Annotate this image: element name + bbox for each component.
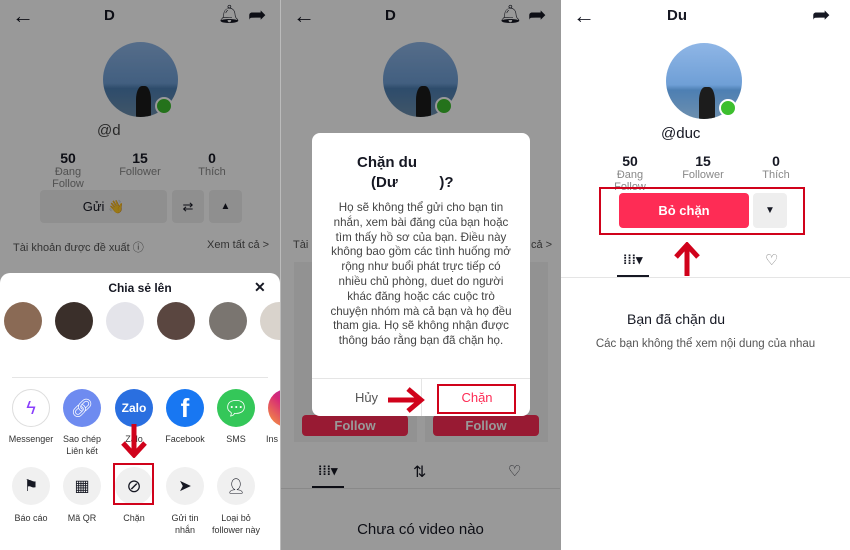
dialog-title-line1: Chặn du bbox=[357, 154, 417, 171]
dialog-body: Họ sẽ không thể gửi cho bạn tin nhắn, xe… bbox=[330, 201, 512, 348]
blocked-title: Bạn đã chặn du bbox=[627, 311, 726, 327]
arrow-right-annotation bbox=[388, 387, 425, 413]
highlight-block bbox=[113, 463, 154, 505]
qr-icon[interactable]: ▦ bbox=[63, 467, 101, 505]
messenger-icon[interactable]: ϟ bbox=[12, 389, 50, 427]
share-sheet: Chia sẻ lên ✕ ϟ 🔗︎ Zalo f 💬︎ Messenger S… bbox=[0, 273, 280, 550]
facebook-icon[interactable]: f bbox=[166, 389, 204, 427]
arrow-up-annotation bbox=[674, 242, 700, 276]
panel-blocked-profile: ← Du ➦ @duc 50 Đang Follow 15 Follower 0 Th… bbox=[561, 0, 850, 550]
likes-count: 0 bbox=[772, 153, 780, 169]
send-icon[interactable]: ➤ bbox=[166, 467, 204, 505]
share-icon[interactable]: ➦ bbox=[812, 2, 830, 28]
contact-avatar[interactable] bbox=[260, 302, 280, 340]
block-dialog: Chặn du (Dư )? Họ sẽ không thể gửi cho b… bbox=[312, 133, 530, 416]
dialog-title-line2: (Dư )? bbox=[371, 174, 454, 191]
flag-icon[interactable]: ⚑ bbox=[12, 467, 50, 505]
close-icon[interactable]: ✕ bbox=[254, 279, 266, 296]
highlight-confirm bbox=[437, 384, 516, 414]
contact-avatar[interactable] bbox=[55, 302, 93, 340]
arrow-down-annotation bbox=[121, 424, 147, 458]
contact-avatar[interactable] bbox=[157, 302, 195, 340]
app-label: Sao chép Liên kết bbox=[62, 434, 102, 456]
link-icon[interactable]: 🔗︎ bbox=[63, 389, 101, 427]
app-label: Ins bbox=[266, 434, 279, 444]
highlight-unblock bbox=[599, 187, 805, 235]
likes-label: Thích bbox=[762, 169, 790, 181]
blocked-subtitle: Các bạn không thể xem nội dung của nhau bbox=[595, 338, 816, 350]
follower-label: Follower bbox=[682, 169, 724, 181]
panel-block-dialog: ← D 🔔︎ ➦ Tài cả > Follow Follow ⁞⁞⁞▾ ⇅ ♡… bbox=[281, 0, 560, 550]
dialog-title: Chặn du (Dư )? bbox=[357, 153, 454, 193]
remove-user-icon[interactable]: 👤︎ bbox=[217, 467, 255, 505]
following-count: 50 bbox=[622, 153, 638, 169]
action-label: Loại bỏ follower này bbox=[211, 513, 261, 535]
follower-count: 15 bbox=[695, 153, 711, 169]
back-icon[interactable]: ← bbox=[573, 3, 595, 29]
profile-title: Du bbox=[667, 7, 687, 24]
panel-share-sheet: ← D 🔔︎ ➦ @d 50 Đang Follow 15 Follower 0 Th… bbox=[0, 0, 280, 550]
app-label: SMS bbox=[226, 434, 246, 444]
sms-icon[interactable]: 💬︎ bbox=[217, 389, 255, 427]
share-sheet-title: Chia sẻ lên bbox=[108, 281, 172, 295]
online-indicator bbox=[719, 99, 737, 117]
contact-avatar[interactable] bbox=[4, 302, 42, 340]
action-label: Mã QR bbox=[67, 513, 97, 523]
contact-avatar[interactable] bbox=[106, 302, 144, 340]
contact-avatar[interactable] bbox=[209, 302, 247, 340]
liked-tab-icon[interactable]: ♡ bbox=[765, 251, 778, 269]
instagram-icon[interactable] bbox=[268, 389, 280, 427]
zalo-icon[interactable]: Zalo bbox=[115, 389, 153, 427]
videos-tab-icon[interactable]: ⁞⁞⁞▾ bbox=[623, 252, 643, 268]
handle: @duc bbox=[661, 125, 701, 142]
